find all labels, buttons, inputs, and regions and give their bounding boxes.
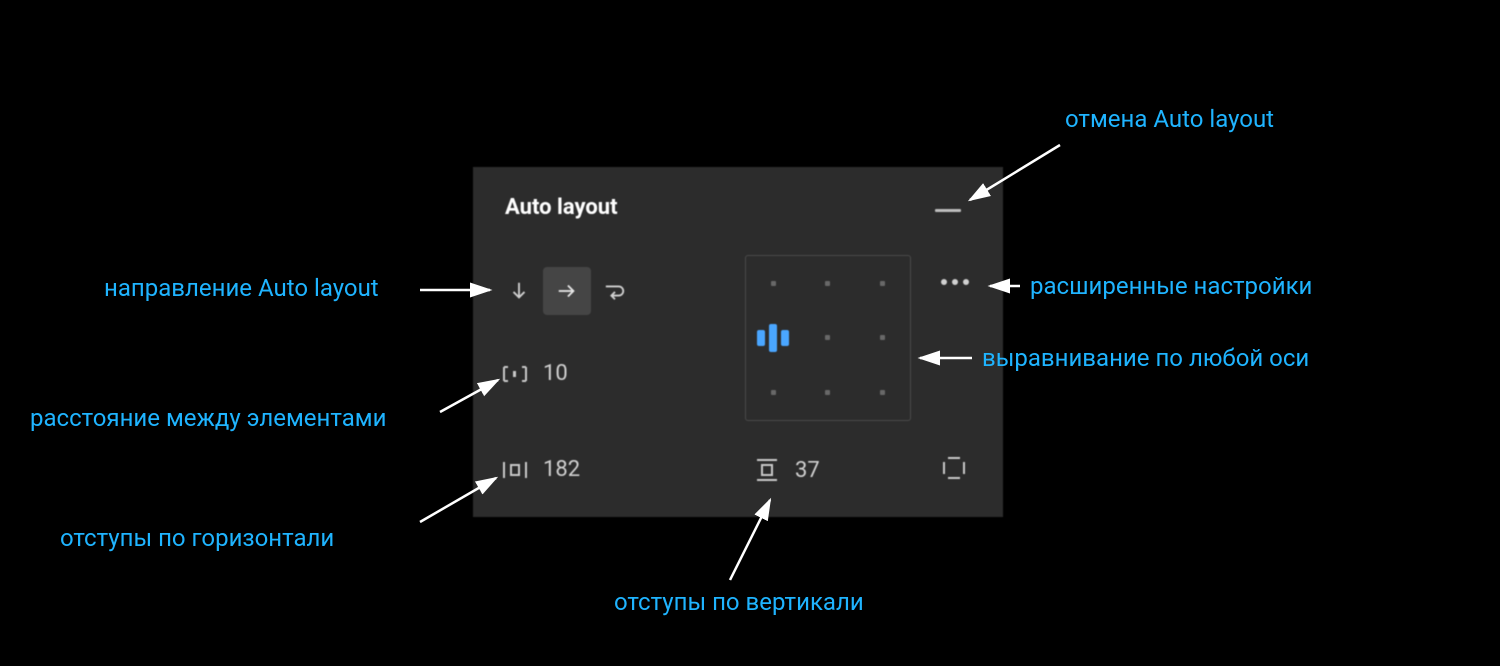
- dot-icon: [941, 279, 947, 285]
- vertical-padding-icon: [753, 457, 781, 483]
- dot-icon: [952, 279, 958, 285]
- spacing-icon: [501, 363, 529, 385]
- align-bottom-left-dot[interactable]: [771, 390, 776, 395]
- align-top-left-dot[interactable]: [771, 281, 776, 286]
- remove-auto-layout-button[interactable]: [935, 209, 961, 212]
- dot-icon: [963, 279, 969, 285]
- panel-title: Auto layout: [505, 195, 618, 220]
- horizontal-padding-field[interactable]: 182: [501, 457, 580, 482]
- align-top-right-dot[interactable]: [880, 281, 885, 286]
- anno-alignment: выравнивание по любой оси: [982, 344, 1309, 372]
- horizontal-padding-value[interactable]: 182: [543, 457, 580, 482]
- anno-direction: направление Auto layout: [104, 274, 379, 302]
- align-bottom-center-dot[interactable]: [825, 390, 830, 395]
- direction-horizontal-button[interactable]: [543, 267, 591, 315]
- horizontal-padding-icon: [501, 459, 529, 481]
- independent-padding-button[interactable]: [939, 453, 969, 483]
- auto-layout-panel: Auto layout: [473, 167, 1003, 517]
- align-middle-right-dot[interactable]: [880, 335, 885, 340]
- spacing-field[interactable]: 10: [501, 361, 568, 386]
- direction-group: [495, 267, 639, 315]
- vertical-padding-value[interactable]: 37: [795, 458, 820, 483]
- anno-advanced: расширенные настройки: [1030, 272, 1312, 300]
- spacing-value[interactable]: 10: [543, 361, 568, 386]
- anno-remove: отмена Auto layout: [1065, 105, 1274, 133]
- alignment-grid[interactable]: [745, 255, 911, 421]
- anno-vpadding: отступы по вертикали: [614, 588, 864, 616]
- advanced-settings-button[interactable]: [941, 279, 969, 285]
- align-middle-left-active[interactable]: [757, 324, 789, 352]
- align-bottom-right-dot[interactable]: [880, 390, 885, 395]
- align-middle-center-dot[interactable]: [825, 335, 830, 340]
- direction-vertical-button[interactable]: [495, 267, 543, 315]
- anno-spacing: расстояние между элементами: [30, 404, 386, 432]
- align-top-center-dot[interactable]: [825, 281, 830, 286]
- vertical-padding-field[interactable]: 37: [753, 457, 820, 483]
- direction-wrap-button[interactable]: [591, 267, 639, 315]
- anno-hpadding: отступы по горизонтали: [60, 524, 334, 552]
